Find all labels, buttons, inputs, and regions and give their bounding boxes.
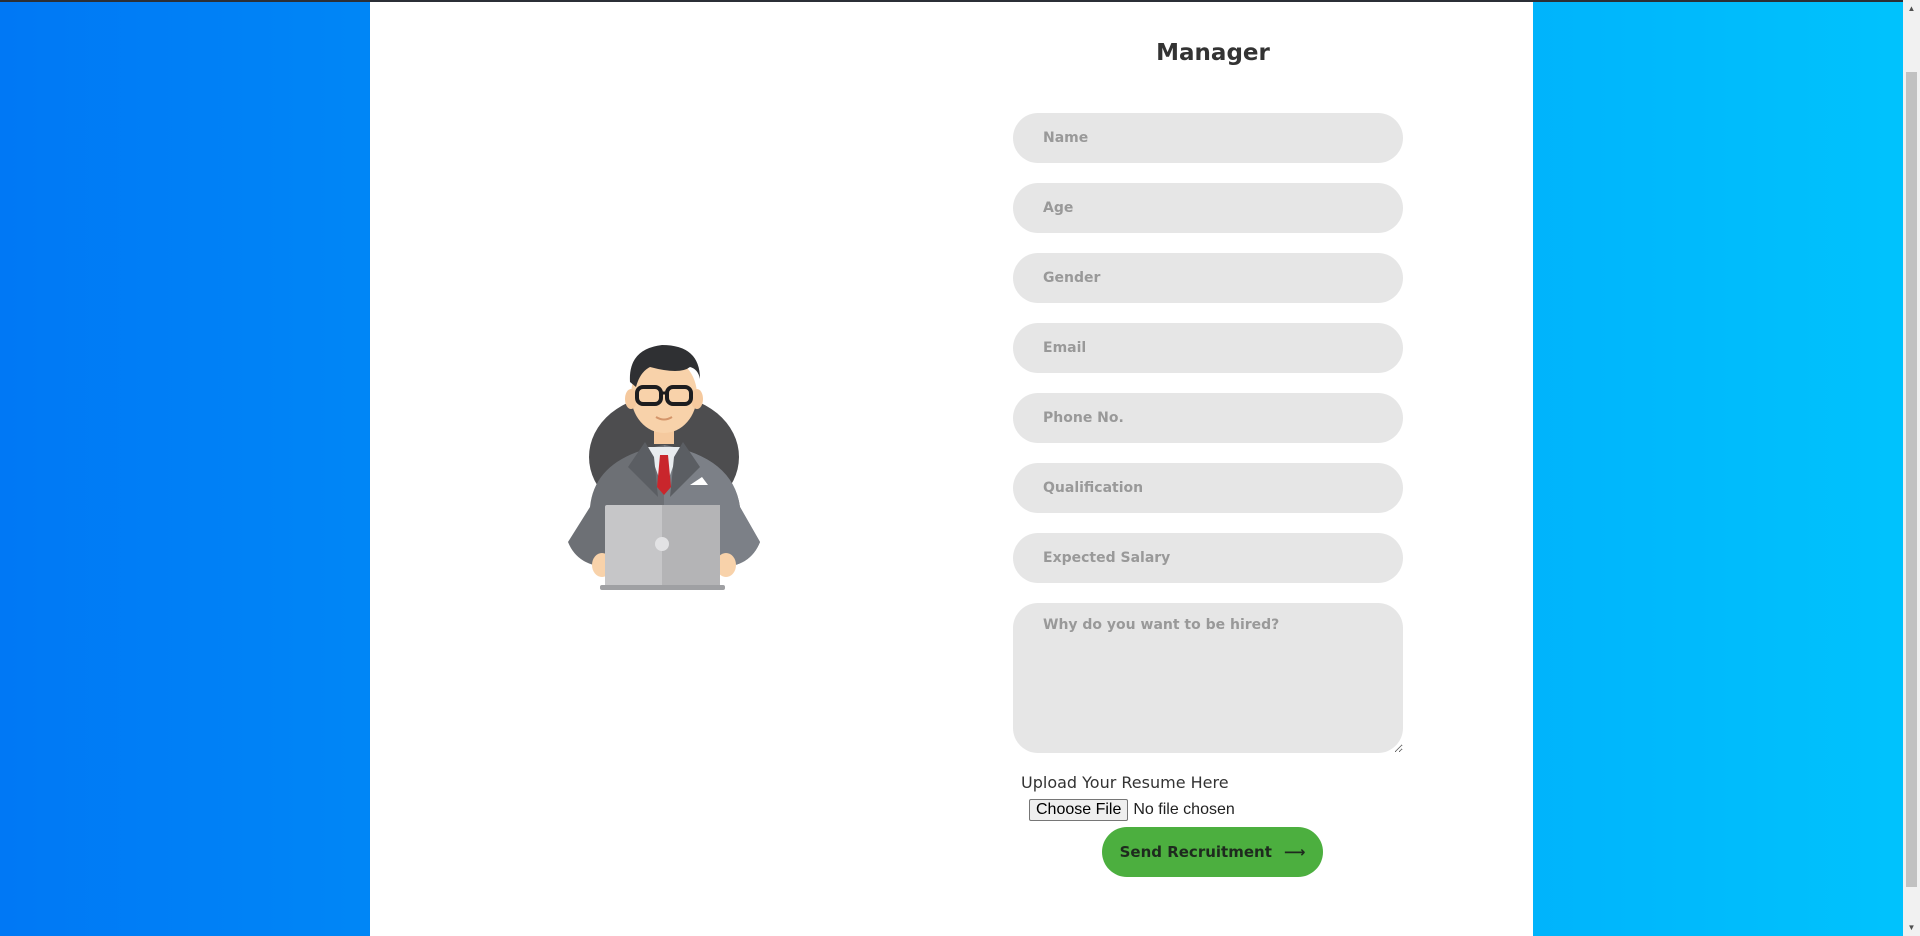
vertical-scrollbar[interactable]: ▲ ▼ — [1903, 0, 1920, 936]
recruitment-card: Manager Upload Your Resume Here Choose F… — [370, 2, 1533, 936]
send-recruitment-label: Send Recruitment — [1119, 843, 1272, 861]
send-recruitment-button[interactable]: Send Recruitment ⟶ — [1102, 827, 1323, 877]
file-status-text: No file chosen — [1133, 801, 1235, 818]
phone-input[interactable] — [1013, 393, 1403, 443]
age-input[interactable] — [1013, 183, 1403, 233]
expected-salary-input[interactable] — [1013, 533, 1403, 583]
recruitment-form: Manager Upload Your Resume Here Choose F… — [1013, 2, 1413, 936]
form-title: Manager — [1156, 40, 1270, 66]
businessman-laptop-illustration — [568, 345, 760, 590]
file-input[interactable]: Choose File No file chosen — [1029, 799, 1235, 821]
scroll-down-arrow-icon[interactable]: ▼ — [1903, 919, 1920, 936]
gender-input[interactable] — [1013, 253, 1403, 303]
upload-resume-label: Upload Your Resume Here — [1021, 773, 1229, 792]
scroll-up-arrow-icon[interactable]: ▲ — [1903, 0, 1920, 17]
email-input[interactable] — [1013, 323, 1403, 373]
qualification-input[interactable] — [1013, 463, 1403, 513]
reason-textarea[interactable] — [1013, 603, 1403, 753]
choose-file-button[interactable]: Choose File — [1029, 799, 1129, 821]
scrollbar-thumb[interactable] — [1906, 72, 1917, 887]
arrow-right-icon: ⟶ — [1283, 843, 1306, 861]
name-input[interactable] — [1013, 113, 1403, 163]
